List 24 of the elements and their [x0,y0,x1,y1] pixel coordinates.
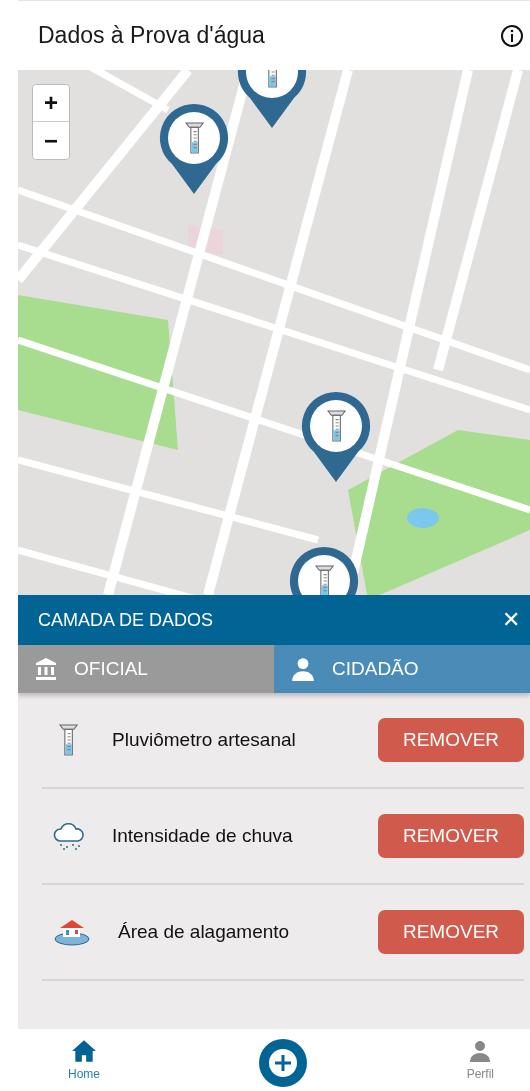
plus-icon [268,1048,299,1078]
tab[interactable]: CIDADÃO [274,645,530,693]
zoom-in-button[interactable]: + [33,85,69,122]
remove-button[interactable]: REMOVER [378,718,524,762]
add-button[interactable] [259,1039,308,1087]
layer-label: Intensidade de chuva [112,825,294,847]
info-icon[interactable] [500,23,524,48]
map-pin-icon[interactable] [300,390,372,484]
nav-item[interactable]: Perfil [466,1039,494,1081]
institution-icon [34,657,58,681]
layer-label: Pluviômetro artesanal [112,729,297,751]
app-title: Dados à Prova d'água [38,22,265,49]
person-icon [290,656,316,682]
home-icon [71,1039,97,1063]
map-pin-icon[interactable] [158,102,230,196]
layer-label: Área de alagamento [118,921,291,943]
remove-button[interactable]: REMOVER [378,910,524,954]
nav-item[interactable]: Home [68,1039,100,1081]
rain-cloud-icon [52,821,86,851]
panel-title: CAMADA DE DADOS [38,609,214,631]
tab[interactable]: OFICIAL [18,645,274,693]
remove-button[interactable]: REMOVER [378,814,524,858]
person-icon [468,1039,493,1063]
close-button[interactable]: ✕ [502,607,520,633]
